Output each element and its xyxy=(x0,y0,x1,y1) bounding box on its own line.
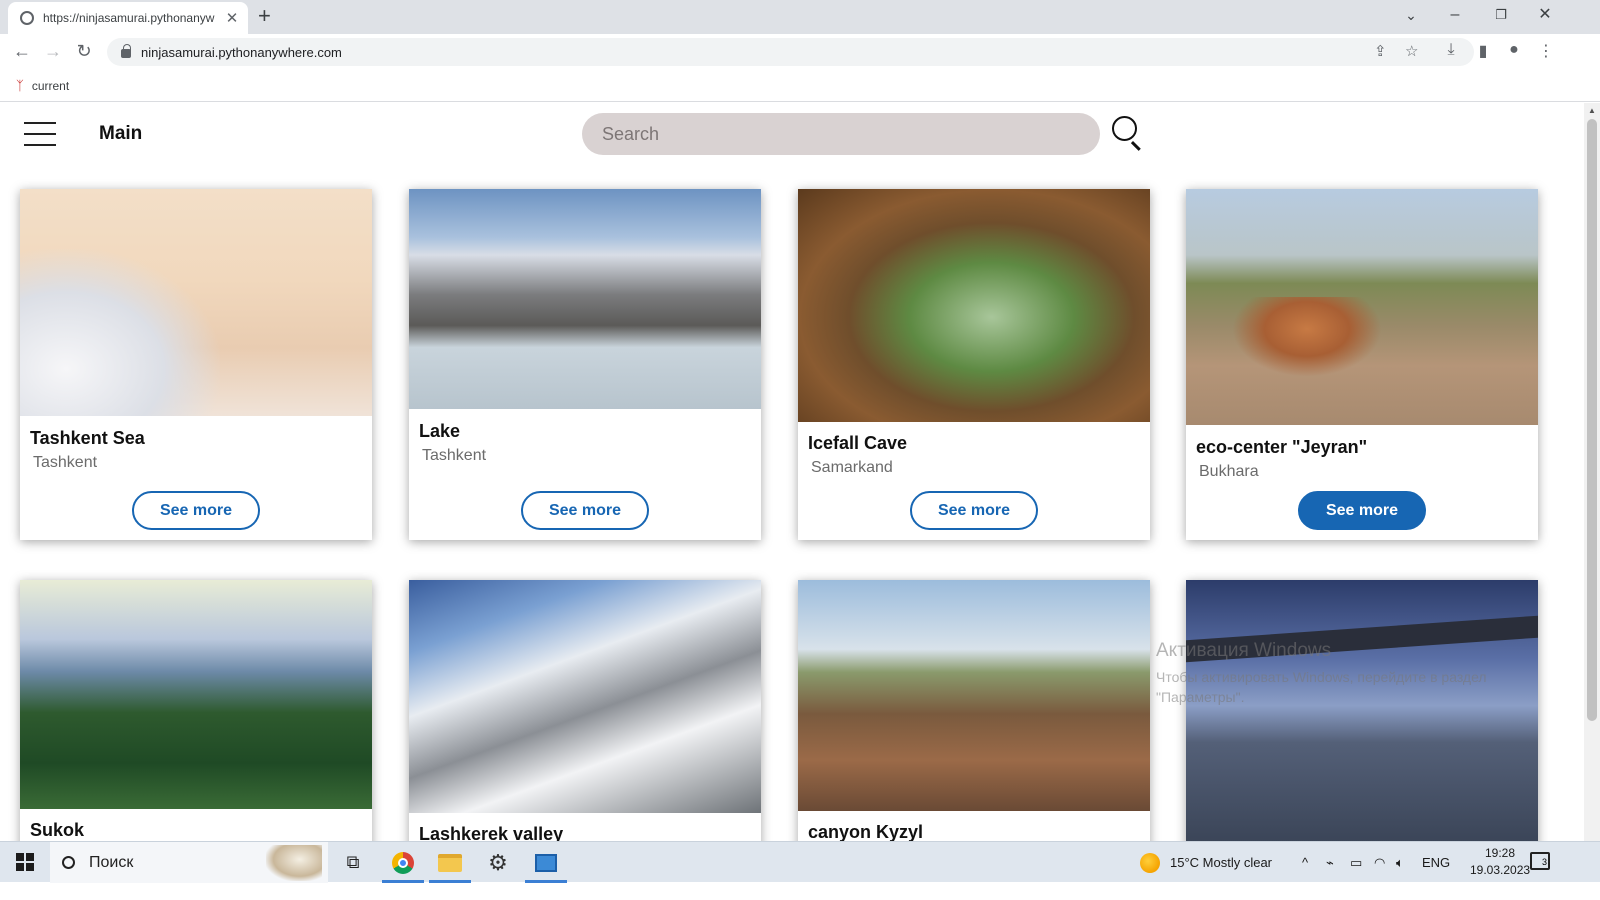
nav-main-link[interactable]: Main xyxy=(99,123,142,145)
new-tab-icon[interactable]: + xyxy=(258,4,271,28)
windows-taskbar: Поиск ⧉ ⚙ 15°C Mostly clear ^ ⌁ ▭ ◠ 🔈︎ E… xyxy=(0,841,1600,883)
see-more-button[interactable]: See more xyxy=(521,491,649,530)
share-icon[interactable]: ⇪ xyxy=(1374,42,1387,60)
tab-title: https://ninjasamurai.pythonanyw xyxy=(43,11,215,25)
taskbar-search[interactable]: Поиск xyxy=(50,842,328,883)
tray-chevron-icon[interactable]: ^ xyxy=(1302,842,1308,883)
clock-time: 19:28 xyxy=(1484,846,1516,860)
see-more-button[interactable]: See more xyxy=(132,491,260,530)
place-image xyxy=(20,189,372,416)
address-bar[interactable]: ninjasamurai.pythonanywhere.com ⇪ ☆ xyxy=(107,38,1474,66)
minimize-icon[interactable]: – xyxy=(1432,3,1478,27)
tray-battery-icon[interactable]: ▭ xyxy=(1350,842,1362,883)
reload-icon[interactable]: ↻ xyxy=(72,39,96,63)
search-icon[interactable] xyxy=(1112,116,1146,151)
place-city: Samarkand xyxy=(811,459,893,476)
lock-icon xyxy=(121,44,131,58)
place-card xyxy=(1186,580,1538,859)
place-title: Tashkent Sea xyxy=(30,428,145,448)
search-icon xyxy=(62,856,75,869)
notifications-icon[interactable]: 3 xyxy=(1530,852,1550,870)
place-title: eco-center "Jeyran" xyxy=(1196,437,1368,457)
language-indicator[interactable]: ENG xyxy=(1422,842,1450,883)
place-title: Sukok xyxy=(30,820,85,840)
volume-icon[interactable]: 🔈︎ xyxy=(1396,842,1404,883)
forward-icon[interactable]: → xyxy=(41,39,65,63)
tab-search-icon[interactable]: ⌄ xyxy=(1388,3,1434,27)
url-text: ninjasamurai.pythonanywhere.com xyxy=(141,44,342,60)
see-more-button[interactable]: See more xyxy=(910,491,1038,530)
scroll-up-icon[interactable]: ▲ xyxy=(1588,106,1596,115)
taskbar-search-text: Поиск xyxy=(89,853,134,871)
place-image xyxy=(798,580,1150,811)
place-card: Tashkent Sea Tashkent See more xyxy=(20,189,372,540)
weather-widget[interactable]: 15°C Mostly clear xyxy=(1140,842,1272,883)
owl-illustration xyxy=(266,845,322,881)
site-header: Main xyxy=(0,103,1584,165)
place-image xyxy=(798,189,1150,422)
clock-date: 19.03.2023 xyxy=(1470,863,1531,877)
place-card: Icefall Cave Samarkand See more xyxy=(798,189,1150,540)
hamburger-menu-icon[interactable] xyxy=(24,122,56,146)
place-city: Bukhara xyxy=(1199,463,1259,480)
tray-network-icon[interactable]: ⌁ xyxy=(1326,842,1334,883)
place-card: Lake Tashkent See more xyxy=(409,189,761,540)
address-toolbar: ← → ↻ ninjasamurai.pythonanywhere.com ⇪ … xyxy=(0,34,1600,70)
globe-icon xyxy=(20,11,34,25)
place-title: canyon Kyzyl xyxy=(808,822,924,842)
side-panel-icon[interactable]: ▮ xyxy=(1472,41,1494,61)
tab-close-icon[interactable]: ✕ xyxy=(224,9,240,27)
bookmarks-bar: ᛉ current xyxy=(0,70,1600,102)
browser-tab-strip: https://ninjasamurai.pythonanyw ✕ + ⌄ – … xyxy=(0,0,1600,34)
bookmark-icon: ᛉ xyxy=(16,78,24,93)
file-explorer-icon[interactable] xyxy=(427,842,473,883)
weather-text: 15°C Mostly clear xyxy=(1170,855,1273,870)
see-more-button[interactable]: See more xyxy=(1298,491,1426,530)
place-image xyxy=(409,189,761,409)
page-scrollbar[interactable]: ▲ ▼ xyxy=(1584,103,1600,859)
system-clock[interactable]: 19:28 19.03.2023 xyxy=(1470,845,1530,879)
wifi-icon[interactable]: ◠ xyxy=(1374,842,1385,883)
place-image xyxy=(1186,189,1538,425)
restore-icon[interactable]: ❐ xyxy=(1478,3,1524,27)
task-view-icon[interactable]: ⧉ xyxy=(330,842,376,883)
windows-start-icon[interactable] xyxy=(16,853,34,871)
place-image xyxy=(409,580,761,813)
place-city: Tashkent xyxy=(33,454,98,471)
download-icon[interactable]: ⤓ xyxy=(1440,41,1462,59)
settings-gear-icon[interactable]: ⚙ xyxy=(475,842,521,883)
place-card: Sukok xyxy=(20,580,372,859)
search-input[interactable] xyxy=(582,113,1100,155)
windows-activation-text: Чтобы активировать Windows, перейдите в … xyxy=(1156,669,1487,705)
place-card: Lashkerek valley xyxy=(409,580,761,859)
place-image xyxy=(1186,580,1538,842)
place-card: eco-center "Jeyran" Bukhara See more xyxy=(1186,189,1538,540)
page-viewport: Main Tashkent Sea Tashkent See more Lake… xyxy=(0,103,1584,859)
menu-kebab-icon[interactable]: ⋮ xyxy=(1535,41,1557,61)
place-card: canyon Kyzyl xyxy=(798,580,1150,859)
chrome-taskbar-icon[interactable] xyxy=(380,842,426,883)
browser-tab[interactable]: https://ninjasamurai.pythonanyw ✕ xyxy=(8,2,248,34)
place-image xyxy=(20,580,372,809)
weather-moon-icon xyxy=(1140,852,1160,873)
back-icon[interactable]: ← xyxy=(10,39,34,63)
profile-avatar-icon[interactable]: ● xyxy=(1503,41,1525,59)
windows-activation-title: Активация Windows xyxy=(1156,640,1332,661)
bookmark-star-icon[interactable]: ☆ xyxy=(1405,42,1418,60)
scrollbar-thumb[interactable] xyxy=(1587,119,1597,721)
place-title: Icefall Cave xyxy=(808,433,908,453)
bookmark-current[interactable]: current xyxy=(32,79,69,93)
place-title: Lake xyxy=(419,421,461,441)
control-panel-icon[interactable] xyxy=(523,842,569,883)
close-window-icon[interactable]: ✕ xyxy=(1522,3,1568,27)
place-city: Tashkent xyxy=(422,447,487,464)
